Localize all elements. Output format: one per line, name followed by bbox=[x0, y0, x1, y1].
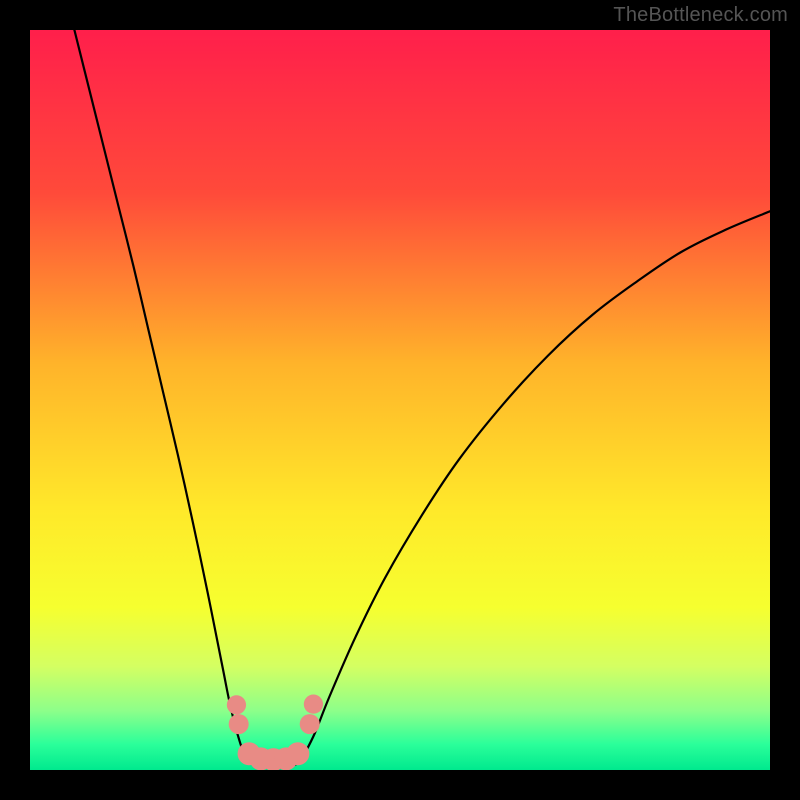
chart-background bbox=[30, 30, 770, 770]
chart-plot bbox=[30, 30, 770, 770]
watermark-text: TheBottleneck.com bbox=[613, 4, 788, 27]
chart-marker bbox=[304, 695, 323, 714]
chart-frame bbox=[30, 30, 770, 770]
chart-marker bbox=[229, 714, 249, 734]
chart-marker bbox=[286, 742, 309, 765]
chart-marker bbox=[227, 695, 246, 714]
chart-marker bbox=[300, 714, 320, 734]
chart-svg bbox=[30, 30, 770, 770]
